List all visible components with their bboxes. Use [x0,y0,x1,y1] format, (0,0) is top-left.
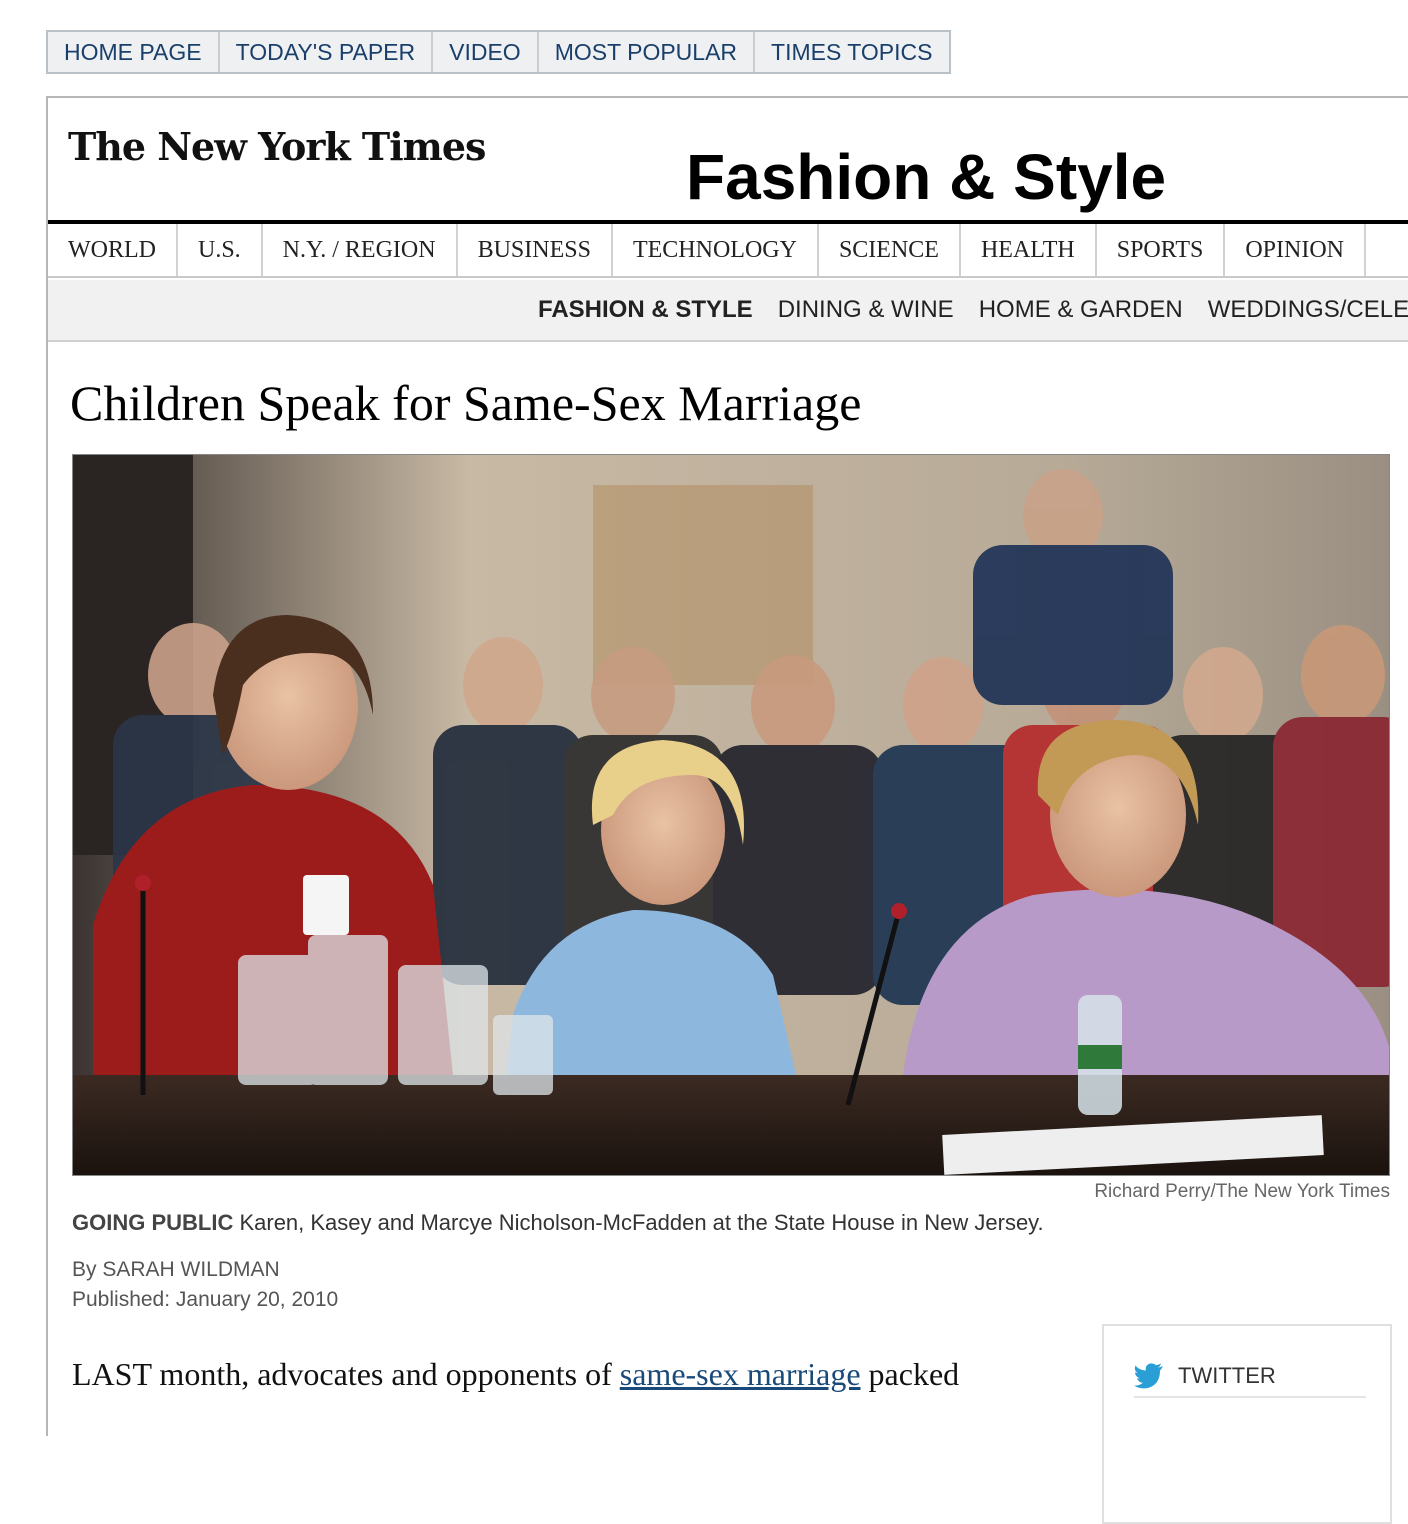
nav-most-popular[interactable]: MOST POPULAR [539,32,756,72]
section-nav-health[interactable]: HEALTH [961,224,1097,276]
section-nav-technology[interactable]: TECHNOLOGY [613,224,819,276]
nyt-logo[interactable]: The New York Times [68,124,486,169]
subnav-home-garden[interactable]: HOME & GARDEN [979,296,1183,324]
section-nav-business[interactable]: BUSINESS [458,224,613,276]
section-nav: WORLD U.S. N.Y. / REGION BUSINESS TECHNO… [48,224,1408,278]
section-nav-us[interactable]: U.S. [178,224,263,276]
section-nav-science[interactable]: SCIENCE [819,224,961,276]
share-tools: TWITTER [1102,1324,1392,1524]
subnav-weddings[interactable]: WEDDINGS/CELEB [1208,296,1408,324]
body-text-start: LAST month, advocates and opponents of [72,1356,620,1392]
top-nav: HOME PAGE TODAY'S PAPER VIDEO MOST POPUL… [46,30,951,74]
article-photo[interactable] [72,454,1390,1176]
section-nav-sports[interactable]: SPORTS [1097,224,1226,276]
article-headline: Children Speak for Same-Sex Marriage [70,375,862,431]
caption-text: Karen, Kasey and Marcye Nicholson-McFadd… [233,1210,1044,1235]
same-sex-marriage-link[interactable]: same-sex marriage [620,1356,861,1392]
section-nav-ny-region[interactable]: N.Y. / REGION [263,224,458,276]
byline: By SARAH WILDMAN [72,1258,280,1281]
section-title[interactable]: Fashion & Style [686,140,1166,214]
subnav-dining-wine[interactable]: DINING & WINE [778,296,954,324]
sub-nav: FASHION & STYLE DINING & WINE HOME & GAR… [48,280,1408,342]
body-text-end: packed [860,1356,960,1392]
published-date: Published: January 20, 2010 [72,1288,339,1311]
article-body: LAST month, advocates and opponents of s… [72,1350,1072,1398]
twitter-bird-icon [1134,1363,1163,1389]
subnav-fashion-style[interactable]: FASHION & STYLE [538,296,753,324]
article-frame: The New York Times Fashion & Style WORLD… [46,96,1408,1524]
nav-times-topics[interactable]: TIMES TOPICS [755,32,948,72]
nav-todays-paper[interactable]: TODAY'S PAPER [220,32,434,72]
photo-caption: GOING PUBLIC Karen, Kasey and Marcye Nic… [72,1210,1044,1236]
photo-credit: Richard Perry/The New York Times [1094,1181,1390,1202]
section-nav-world[interactable]: WORLD [48,224,178,276]
share-twitter[interactable]: TWITTER [1134,1356,1366,1398]
nav-video[interactable]: VIDEO [433,32,539,72]
twitter-label: TWITTER [1178,1363,1276,1388]
nav-home-page[interactable]: HOME PAGE [48,32,220,72]
caption-kicker: GOING PUBLIC [72,1210,234,1235]
section-nav-opinion[interactable]: OPINION [1225,224,1367,276]
